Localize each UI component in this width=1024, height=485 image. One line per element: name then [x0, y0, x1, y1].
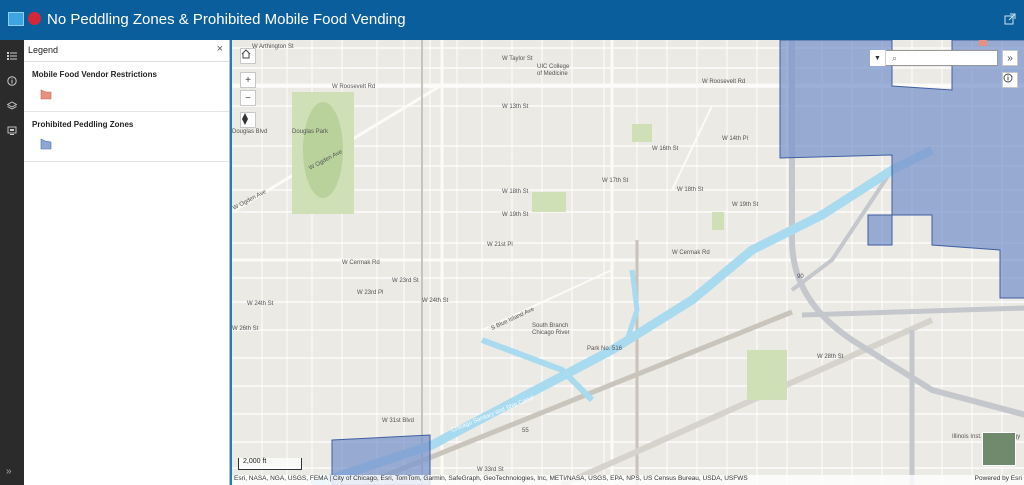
legend-layer-peddling: Prohibited Peddling Zones [24, 112, 229, 162]
powered-by-link[interactable]: Powered by Esri [975, 475, 1022, 482]
peddling-zone-swatch-icon [40, 138, 52, 150]
legend-header: Legend × [24, 40, 229, 62]
legend-layer-label: Prohibited Peddling Zones [32, 120, 134, 129]
home-icon[interactable] [240, 48, 256, 64]
basemap-icon[interactable] [4, 123, 20, 139]
legend-panel: Legend × Mobile Food Vendor Restrictions… [24, 40, 230, 485]
legend-list-icon[interactable] [4, 48, 20, 64]
basemap [232, 40, 1024, 485]
search-input[interactable] [870, 50, 998, 66]
attribution-bar: Esri, NASA, NGA, USGS, FEMA | City of Ch… [232, 475, 1024, 485]
search-icon: ⌕ [892, 53, 898, 63]
app-logo-dot [28, 12, 41, 25]
app-header: No Peddling Zones & Prohibited Mobile Fo… [0, 0, 1024, 40]
zoom-out-button[interactable]: − [240, 90, 256, 106]
open-external-icon[interactable] [1004, 13, 1016, 25]
zoom-in-button[interactable]: + [240, 72, 256, 88]
map-view[interactable]: W Arthington St W Taylor St UIC College … [230, 40, 1024, 485]
basemap-toggle[interactable] [982, 432, 1016, 466]
side-toolbar: » [0, 40, 24, 485]
close-icon[interactable]: × [217, 43, 223, 55]
attribution-text: Esri, NASA, NGA, USGS, FEMA | City of Ch… [234, 475, 748, 482]
info-icon[interactable] [4, 73, 20, 89]
app-title: No Peddling Zones & Prohibited Mobile Fo… [47, 11, 406, 28]
expand-toolbar-icon[interactable]: » [6, 466, 12, 477]
scale-bar: 2,000 ft [238, 458, 302, 470]
layers-icon[interactable] [4, 98, 20, 114]
legend-layer-vendor: Mobile Food Vendor Restrictions [24, 62, 229, 112]
vendor-restriction-swatch-icon [40, 89, 52, 100]
legend-title: Legend [28, 45, 59, 55]
compass-icon[interactable] [240, 112, 256, 128]
legend-layer-label: Mobile Food Vendor Restrictions [32, 70, 157, 79]
app-logo-square [8, 12, 24, 26]
info-icon[interactable] [1002, 72, 1018, 88]
expand-widgets-button[interactable]: » [1002, 50, 1018, 66]
search-source-dropdown[interactable]: ▼ [870, 50, 886, 66]
